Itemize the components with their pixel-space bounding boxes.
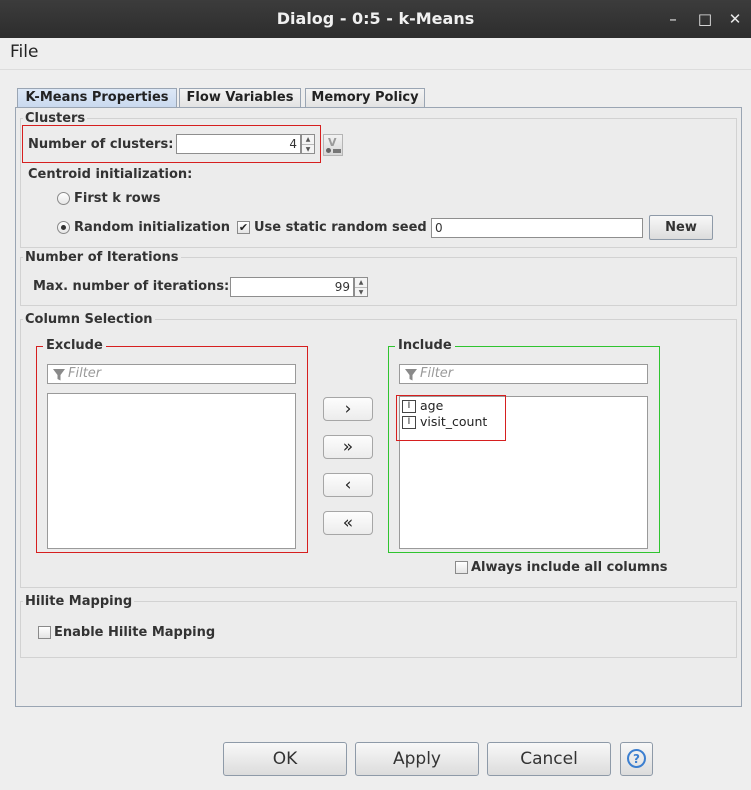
static-seed-label[interactable]: Use static random seed [254,220,427,235]
help-button[interactable]: ? [620,742,653,776]
include-title: Include [395,338,455,353]
help-icon: ? [627,749,646,768]
tab-flow-variables[interactable]: Flow Variables [179,88,301,108]
seed-input[interactable]: 0 [431,218,643,238]
enable-hilite-checkbox[interactable] [38,626,51,639]
filter-icon [405,369,417,381]
num-clusters-spinner[interactable]: ▲ ▼ [301,134,315,154]
always-include-checkbox[interactable] [455,561,468,574]
num-clusters-label: Number of clusters: [28,137,174,152]
spin-up-icon[interactable]: ▲ [355,278,367,287]
flow-variable-icon: V [328,136,337,149]
add-all-button[interactable]: » [323,435,373,459]
tab-kmeans-properties[interactable]: K-Means Properties [17,88,177,108]
column-selection-legend: Column Selection [25,312,153,327]
remove-button[interactable]: ‹ [323,473,373,497]
exclude-list[interactable] [47,393,296,549]
flow-variable-dot-icon [326,148,331,153]
max-iterations-label: Max. number of iterations: [33,279,230,294]
first-k-rows-radio[interactable] [57,192,70,205]
iterations-legend: Number of Iterations [25,250,179,265]
first-k-rows-label[interactable]: First k rows [74,191,161,206]
always-include-label[interactable]: Always include all columns [471,560,668,575]
filter-icon [53,369,65,381]
ok-button[interactable]: OK [223,742,347,776]
include-filter-placeholder: Filter [420,366,454,381]
hilite-legend: Hilite Mapping [25,594,133,609]
spin-down-icon[interactable]: ▼ [302,144,314,153]
centroid-init-label: Centroid initialization: [28,167,193,182]
maximize-button[interactable]: □ [689,0,721,38]
cancel-button[interactable]: Cancel [487,742,611,776]
checkmark-icon: ✔ [238,221,249,234]
spin-up-icon[interactable]: ▲ [302,135,314,144]
tab-memory-policy[interactable]: Memory Policy [305,88,425,108]
menu-bar [0,38,751,70]
max-iterations-input[interactable]: 99 [230,277,354,297]
max-iterations-spinner[interactable]: ▲ ▼ [354,277,368,297]
add-button[interactable]: › [323,397,373,421]
flow-variable-bar-icon [333,149,341,153]
include-filter-input[interactable]: Filter [399,364,648,384]
spin-down-icon[interactable]: ▼ [355,287,367,296]
minimize-button[interactable]: – [657,0,689,38]
exclude-title: Exclude [43,338,106,353]
iterations-group: Number of Iterations [20,250,737,306]
enable-hilite-label[interactable]: Enable Hilite Mapping [54,625,215,640]
static-seed-checkbox[interactable]: ✔ [237,221,250,234]
flow-variable-button[interactable]: V [323,134,343,156]
remove-all-button[interactable]: « [323,511,373,535]
close-button[interactable]: ✕ [719,0,751,38]
random-init-radio[interactable] [57,221,70,234]
exclude-filter-input[interactable]: Filter [47,364,296,384]
random-init-label[interactable]: Random initialization [74,220,230,235]
exclude-filter-placeholder: Filter [68,366,102,381]
apply-button[interactable]: Apply [355,742,479,776]
num-clusters-input[interactable]: 4 [176,134,301,154]
new-seed-button[interactable]: New [649,215,713,240]
clusters-legend: Clusters [25,111,86,126]
menu-file[interactable]: File [10,42,38,62]
include-items-highlight-box [396,395,506,441]
window-title: Dialog - 0:5 - k-Means [0,0,751,38]
